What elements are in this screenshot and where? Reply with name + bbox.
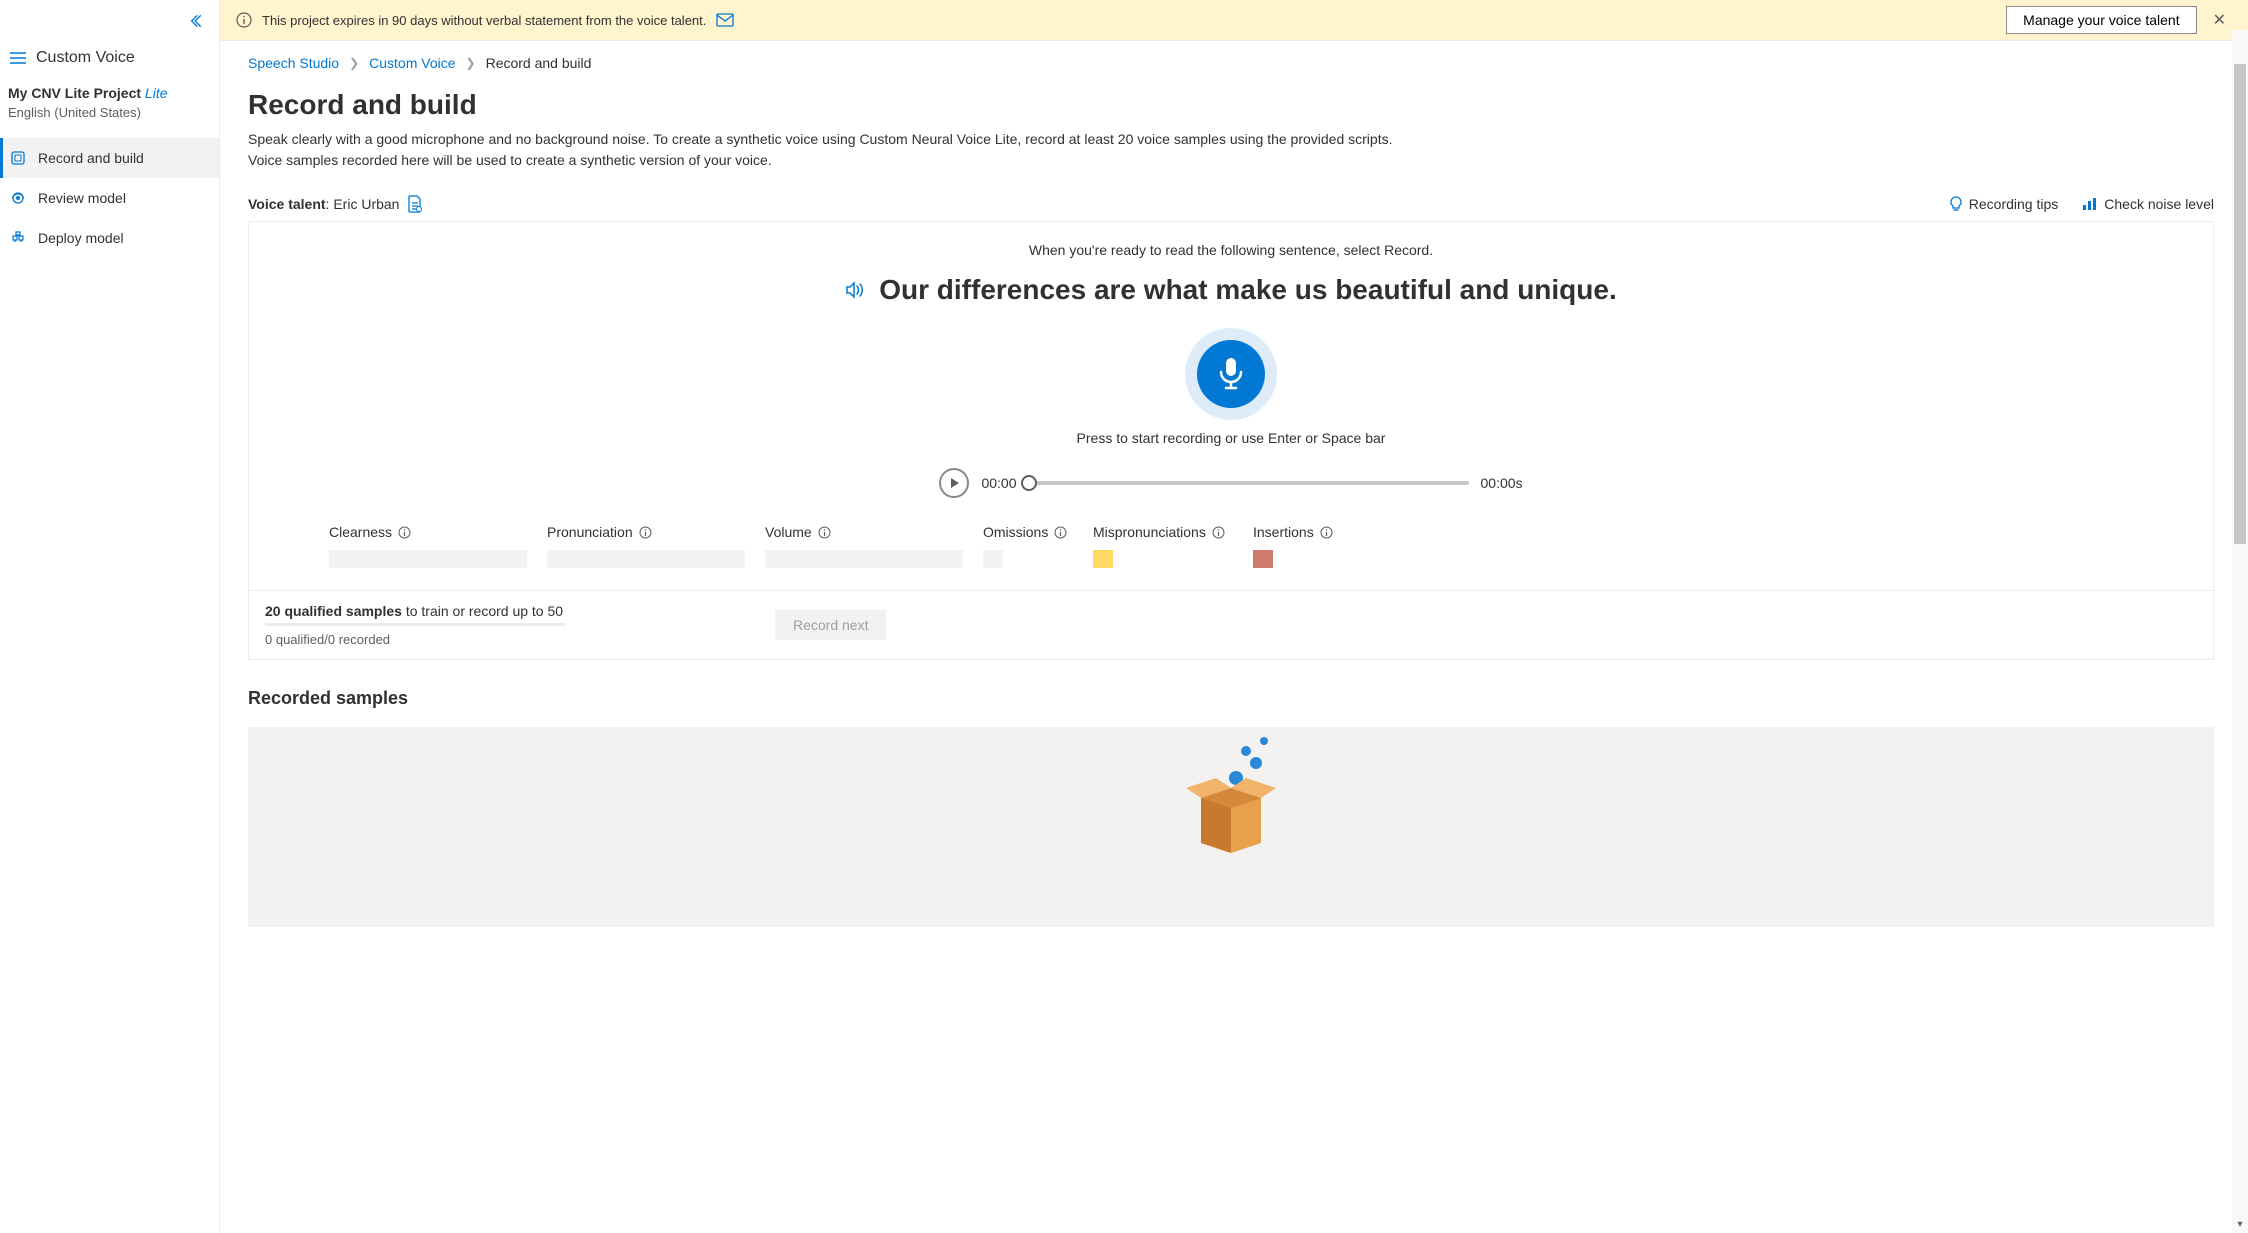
scrollbar-thumb[interactable]: [2234, 64, 2246, 544]
sidebar-nav: Record and build Review model Deploy mod…: [0, 138, 219, 258]
banner-text: This project expires in 90 days without …: [262, 13, 706, 28]
manage-voice-talent-button[interactable]: Manage your voice talent: [2006, 6, 2196, 34]
info-icon: [236, 12, 252, 28]
menu-icon[interactable]: [10, 52, 26, 64]
breadcrumb-link[interactable]: Speech Studio: [248, 55, 339, 71]
mic-hint: Press to start recording or use Enter or…: [329, 430, 2133, 446]
info-icon[interactable]: [1320, 526, 1333, 539]
play-button[interactable]: [939, 468, 969, 498]
lightbulb-icon: [1949, 196, 1963, 212]
time-total: 00:00s: [1481, 475, 1523, 491]
info-icon[interactable]: [1054, 526, 1067, 539]
bars-icon: [2082, 197, 2098, 211]
info-icon[interactable]: [818, 526, 831, 539]
metric-omissions: Omissions: [983, 524, 1073, 568]
recording-sentence: Our differences are what make us beautif…: [879, 274, 1617, 306]
scroll-down-icon[interactable]: ▾: [2234, 1219, 2246, 1231]
metric-pronunciation: Pronunciation: [547, 524, 745, 568]
metric-mispronunciations: Mispronunciations: [1093, 524, 1233, 568]
project-name: My CNV Lite Project Lite: [8, 85, 219, 101]
deploy-icon: [10, 230, 26, 246]
info-icon[interactable]: [1212, 526, 1225, 539]
breadcrumb-link[interactable]: Custom Voice: [369, 55, 455, 71]
project-language: English (United States): [8, 105, 219, 120]
review-icon: [10, 190, 26, 206]
mail-icon[interactable]: [716, 13, 734, 27]
breadcrumb-current: Record and build: [486, 55, 592, 71]
app-title: Custom Voice: [36, 49, 135, 67]
sidebar-item-deploy-model[interactable]: Deploy model: [0, 218, 219, 258]
play-icon: [950, 477, 960, 489]
recording-card: When you're ready to read the following …: [248, 221, 2214, 660]
document-icon[interactable]: [407, 195, 423, 213]
scrollbar[interactable]: ▴ ▾: [2232, 30, 2248, 1233]
page-title: Record and build: [248, 89, 2214, 121]
sidebar-item-record-build[interactable]: Record and build: [0, 138, 219, 178]
sidebar-item-label: Deploy model: [38, 230, 124, 246]
metric-volume: Volume: [765, 524, 963, 568]
voice-talent-label: Voice talent: Eric Urban: [248, 196, 399, 212]
metrics-row: Clearness Pronunciation: [329, 524, 2133, 568]
time-current: 00:00: [981, 475, 1016, 491]
audio-player: 00:00 00:00s: [329, 468, 2133, 498]
collapse-sidebar-button[interactable]: [189, 14, 203, 31]
qualified-samples-text: 20 qualified samples to train or record …: [265, 603, 565, 619]
chevron-right-icon: ❯: [466, 56, 476, 70]
record-icon: [10, 150, 26, 166]
seek-slider[interactable]: [1029, 481, 1469, 485]
metric-insertions: Insertions: [1253, 524, 1343, 568]
chevron-right-icon: ❯: [349, 56, 359, 70]
expiry-banner: This project expires in 90 days without …: [220, 0, 2248, 41]
breadcrumb: Speech Studio ❯ Custom Voice ❯ Record an…: [248, 55, 2214, 71]
qualified-sub-text: 0 qualified/0 recorded: [265, 632, 565, 647]
metric-clearness: Clearness: [329, 524, 527, 568]
recorded-samples-empty: [248, 727, 2214, 927]
info-icon[interactable]: [398, 526, 411, 539]
empty-box-icon: [1176, 733, 1286, 863]
progress-bar: [265, 623, 565, 626]
recording-card-footer: 20 qualified samples to train or record …: [249, 590, 2213, 659]
sidebar: Custom Voice My CNV Lite Project Lite En…: [0, 0, 220, 1233]
recorded-samples-title: Recorded samples: [248, 688, 2214, 709]
page-description: Speak clearly with a good microphone and…: [248, 129, 1428, 171]
info-icon[interactable]: [639, 526, 652, 539]
record-hint: When you're ready to read the following …: [329, 242, 2133, 258]
sidebar-item-review-model[interactable]: Review model: [0, 178, 219, 218]
record-next-button[interactable]: Record next: [775, 610, 886, 640]
check-noise-level-link[interactable]: Check noise level: [2082, 196, 2214, 212]
sidebar-item-label: Review model: [38, 190, 126, 206]
close-banner-button[interactable]: ✕: [2207, 10, 2232, 30]
record-button[interactable]: [1185, 328, 1277, 420]
recording-tips-link[interactable]: Recording tips: [1949, 196, 2059, 212]
microphone-icon: [1217, 356, 1245, 392]
slider-thumb[interactable]: [1021, 475, 1037, 491]
speaker-icon[interactable]: [845, 281, 865, 299]
sidebar-item-label: Record and build: [38, 150, 144, 166]
